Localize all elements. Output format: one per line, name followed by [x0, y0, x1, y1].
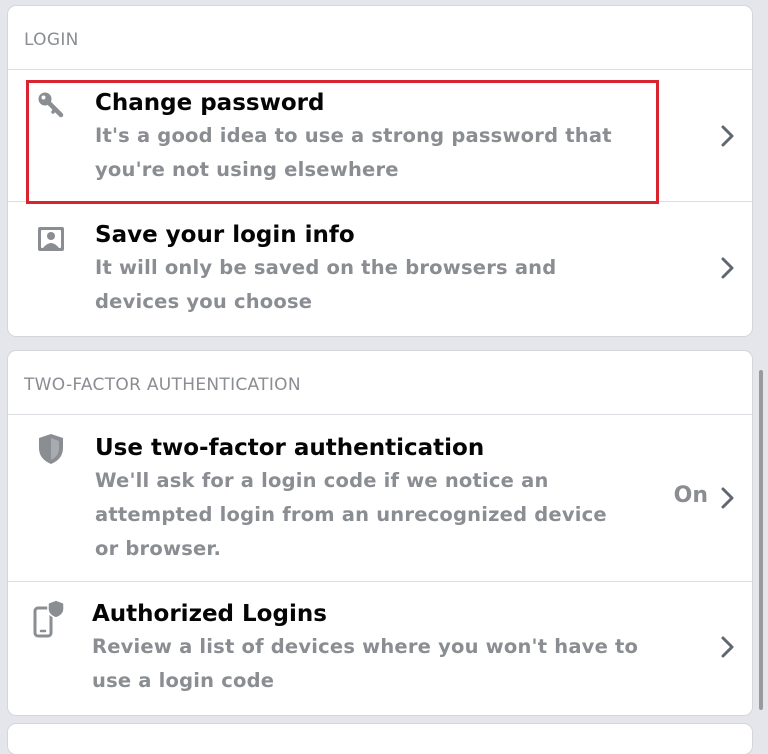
two-factor-row[interactable]: Use two-factor authentication We'll ask …: [8, 415, 752, 582]
save-login-info-row[interactable]: Save your login info It will only be sav…: [8, 202, 752, 336]
shield-icon: [36, 432, 66, 470]
two-factor-status: On: [673, 483, 708, 508]
save-login-info-description: It will only be saved on the browsers an…: [95, 256, 557, 313]
authorized-logins-title: Authorized Logins: [92, 601, 327, 627]
two-factor-section: TWO-FACTOR AUTHENTICATION Use two-factor…: [8, 351, 752, 715]
key-icon: [36, 90, 66, 124]
save-login-info-title: Save your login info: [95, 222, 355, 248]
change-password-title: Change password: [95, 90, 325, 116]
scrollbar[interactable]: [759, 370, 763, 710]
next-section: [8, 724, 752, 754]
change-password-row[interactable]: Change password It's a good idea to use …: [8, 70, 752, 202]
authorized-logins-row[interactable]: Authorized Logins Review a list of devic…: [8, 582, 752, 714]
section-header-login: LOGIN: [8, 6, 752, 70]
chevron-right-icon: [721, 636, 734, 658]
change-password-description: It's a good idea to use a strong passwor…: [95, 124, 612, 181]
login-section: LOGIN Change password It's a good idea t…: [8, 6, 752, 336]
chevron-right-icon: [721, 257, 734, 279]
chevron-right-icon: [721, 125, 734, 147]
authorized-logins-description: Review a list of devices where you won't…: [92, 635, 639, 692]
two-factor-description: We'll ask for a login code if we notice …: [95, 469, 607, 560]
phone-shield-icon: [32, 598, 66, 646]
two-factor-title: Use two-factor authentication: [95, 435, 485, 461]
chevron-right-icon: [721, 487, 734, 509]
section-header-two-factor: TWO-FACTOR AUTHENTICATION: [8, 351, 752, 415]
contact-card-icon: [36, 224, 66, 258]
